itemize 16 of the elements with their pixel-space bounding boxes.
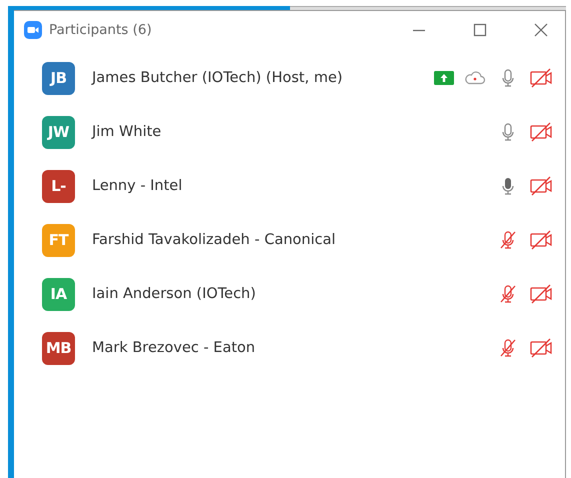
avatar-initials: L- [42,170,75,202]
participant-name: Jim White [92,124,162,140]
avatar-initials: JW [42,116,75,148]
participant-name: Lenny - Intel [92,178,184,194]
participant-name: James Butcher (IOTech) (Host, me) [92,70,344,86]
avatar-initials: JB [42,62,75,94]
participant-name: Farshid Tavakolizadeh - Canonical [92,232,336,248]
avatar-initials: MB [42,332,75,364]
participant-name: Mark Brezovec - Eaton [92,340,256,356]
window-title: Participants (6) [49,22,152,38]
video-camera-icon [24,21,42,39]
close-button[interactable] [533,22,549,38]
maximize-button[interactable] [472,22,488,38]
participant-name: Iain Anderson (IOTech) [92,286,257,302]
avatar-initials: IA [42,278,75,310]
avatar-initials: FT [42,224,75,256]
